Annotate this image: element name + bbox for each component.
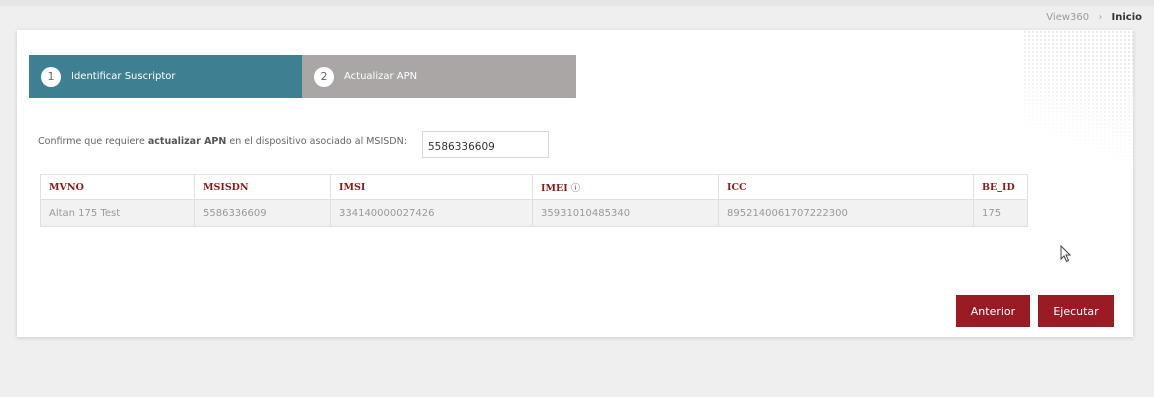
header-mvno: MVNO [40, 174, 195, 200]
wizard-steps: 1 Identificar Suscriptor 2 Actualizar AP… [29, 55, 576, 98]
subscriber-table: MVNO MSISDN IMSI IMEI ⓘ ICC BE_ID Altan … [40, 174, 1028, 227]
anterior-button[interactable]: Anterior [956, 295, 1030, 327]
breadcrumb-separator: › [1098, 12, 1103, 23]
header-icc: ICC [718, 174, 974, 200]
header-be-id: BE_ID [973, 174, 1028, 200]
header-imei-label: IMEI [541, 182, 568, 194]
cell-imei: 35931010485340 [532, 199, 719, 227]
cell-msisdn: 5586336609 [194, 199, 331, 227]
step-number: 2 [314, 66, 334, 87]
cell-icc: 8952140061707222300 [718, 199, 974, 227]
breadcrumb-parent[interactable]: View360 [1046, 12, 1089, 23]
header-msisdn: MSISDN [194, 174, 331, 200]
decorative-dot-pattern [1023, 30, 1133, 180]
info-icon[interactable]: ⓘ [571, 184, 580, 194]
confirm-bold: actualizar APN [147, 136, 227, 147]
step-identificar-suscriptor[interactable]: 1 Identificar Suscriptor [29, 55, 302, 98]
table-header-row: MVNO MSISDN IMSI IMEI ⓘ ICC BE_ID [40, 174, 1028, 200]
ejecutar-button[interactable]: Ejecutar [1038, 295, 1114, 327]
msisdn-field[interactable] [422, 131, 549, 158]
main-card: 1 Identificar Suscriptor 2 Actualizar AP… [17, 30, 1133, 337]
step-actualizar-apn[interactable]: 2 Actualizar APN [302, 55, 576, 98]
top-bar [0, 0, 1154, 6]
step-number: 1 [41, 66, 61, 87]
cell-mvno: Altan 175 Test [40, 199, 195, 227]
confirm-message: Confirme que requiere actualizar APN en … [38, 136, 407, 147]
mouse-cursor-icon [1060, 245, 1072, 263]
cell-imsi: 334140000027426 [330, 199, 533, 227]
step-label: Identificar Suscriptor [71, 71, 176, 82]
cell-be-id: 175 [973, 199, 1028, 227]
table-row[interactable]: Altan 175 Test 5586336609 33414000002742… [40, 199, 1028, 227]
header-imsi: IMSI [330, 174, 533, 200]
confirm-prefix: Confirme que requiere [38, 136, 148, 147]
confirm-suffix: en el dispositivo asociado al MSISDN: [226, 136, 407, 147]
step-label: Actualizar APN [344, 71, 418, 82]
breadcrumb-current: Inicio [1111, 12, 1143, 23]
breadcrumb: View360 › Inicio [1046, 12, 1142, 23]
header-imei: IMEI ⓘ [532, 174, 719, 200]
